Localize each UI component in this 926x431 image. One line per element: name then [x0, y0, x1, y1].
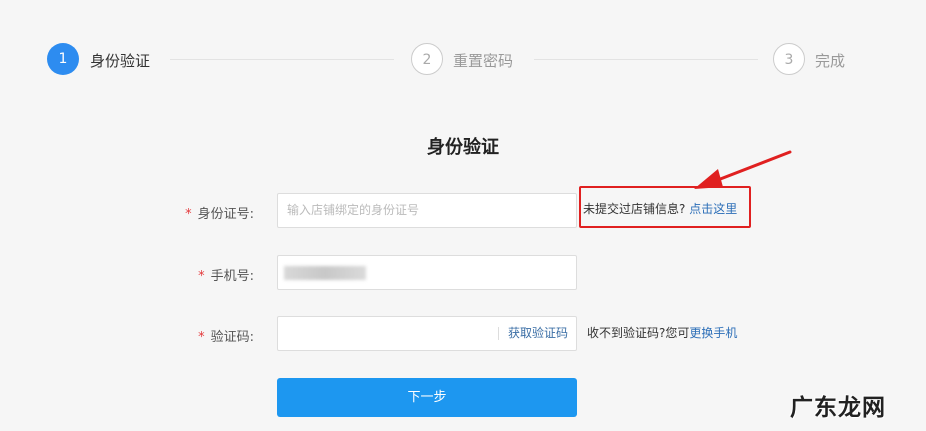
code-hint-text: 收不到验证码?您可	[587, 326, 690, 340]
step-2-label: 重置密码	[453, 52, 514, 70]
blurred-phone-value	[284, 266, 366, 280]
required-mark: *	[185, 207, 192, 222]
step-1-number: 1	[47, 43, 79, 75]
id-number-label-text: 身份证号:	[197, 207, 254, 222]
code-label-text: 验证码:	[210, 330, 254, 345]
phone-input[interactable]	[277, 255, 577, 290]
step-indicator: 1 身份验证 2 重置密码 3 完成	[0, 43, 926, 79]
step-connector	[534, 59, 758, 60]
step-1-label: 身份验证	[90, 52, 151, 70]
next-button[interactable]: 下一步	[277, 378, 577, 417]
phone-label-text: 手机号:	[210, 269, 254, 284]
required-mark: *	[198, 330, 205, 345]
get-code-divider	[498, 327, 499, 340]
id-number-label: * 身份证号:	[114, 203, 254, 222]
code-input[interactable]: 获取验证码	[277, 316, 577, 351]
id-number-placeholder: 输入店铺绑定的身份证号	[287, 203, 420, 217]
step-2-number: 2	[411, 43, 443, 75]
step-3-number: 3	[773, 43, 805, 75]
id-number-input[interactable]: 输入店铺绑定的身份证号	[277, 193, 577, 228]
code-hint: 收不到验证码?您可更换手机	[587, 324, 737, 341]
change-phone-link[interactable]: 更换手机	[689, 326, 737, 340]
required-mark: *	[198, 269, 205, 284]
annotation-arrow-icon	[694, 150, 792, 189]
step-connector	[170, 59, 394, 60]
code-label: * 验证码:	[114, 326, 254, 345]
get-code-button[interactable]: 获取验证码	[508, 317, 568, 350]
watermark: 广东龙网	[790, 395, 886, 421]
step-3-label: 完成	[815, 52, 846, 70]
phone-label: * 手机号:	[114, 265, 254, 284]
